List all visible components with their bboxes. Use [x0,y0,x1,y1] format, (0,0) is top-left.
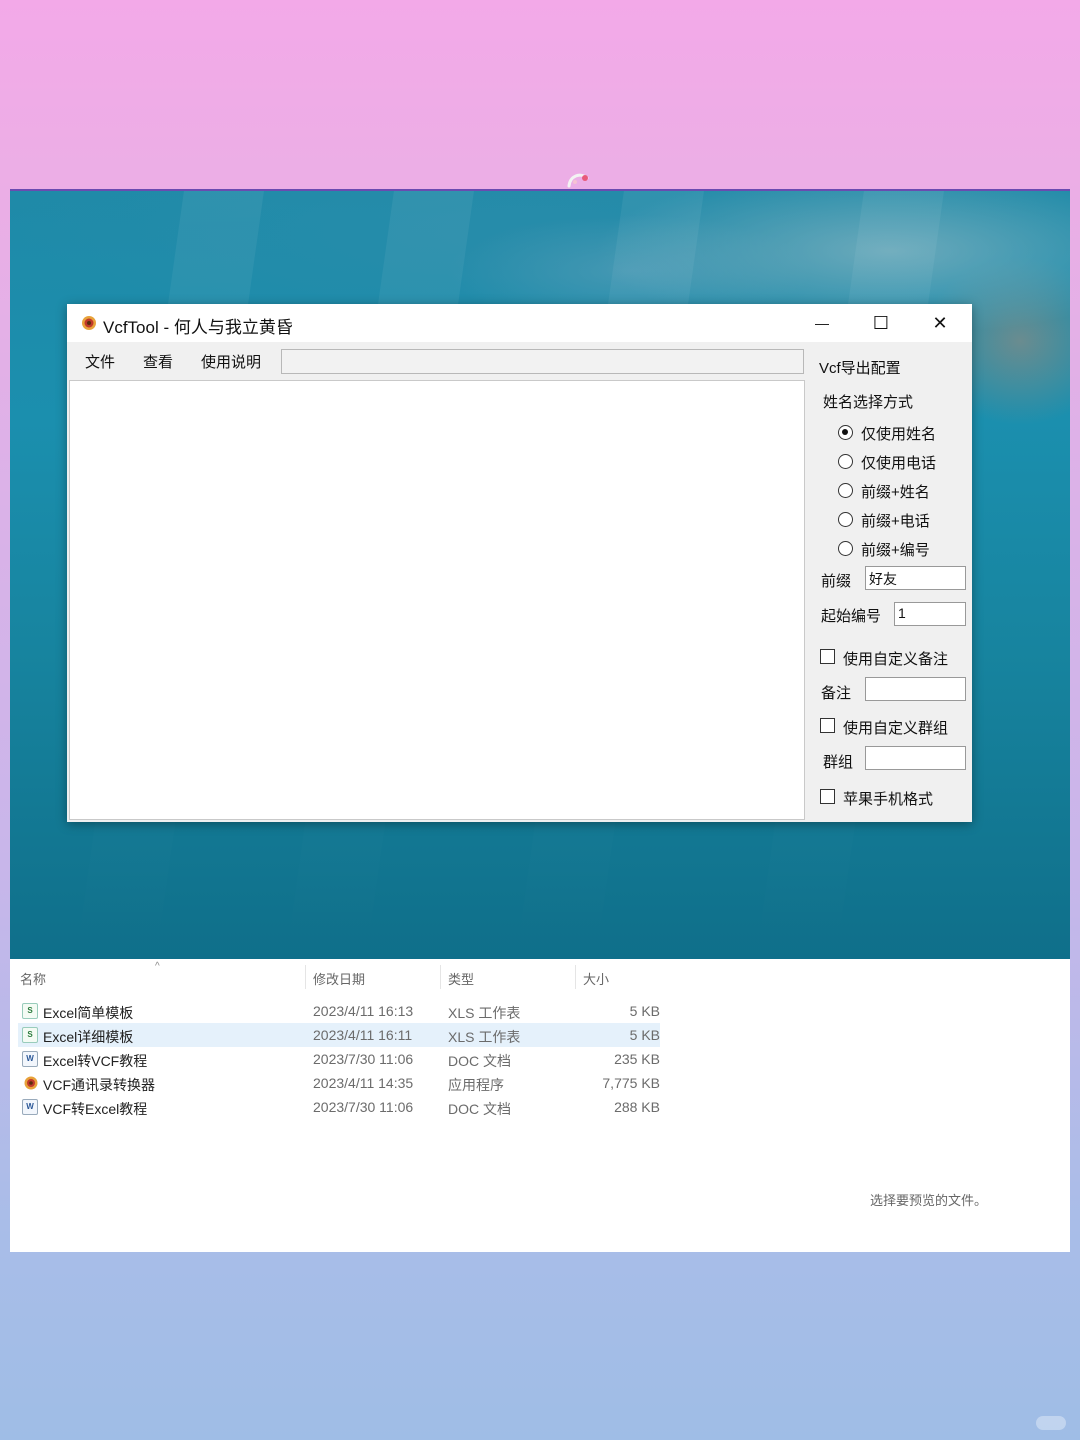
file-row-selected[interactable]: S Excel详细模板 2023/4/11 16:11 XLS 工作表 5 KB [18,1023,660,1047]
vcftool-window: VcfTool - 何人与我立黄昏 — ☐ ✕ 文件 查看 使用说明 Vcf导出… [67,304,972,822]
radio-label: 仅使用电话 [861,455,937,472]
file-row[interactable]: W Excel转VCF教程 2023/7/30 11:06 DOC 文档 235… [18,1047,660,1071]
custom-note-label: 使用自定义备注 [843,651,949,668]
path-input[interactable] [281,349,804,374]
file-size: 5 KB [629,1003,660,1019]
custom-note-checkbox[interactable] [820,649,835,664]
watermark-badge [1036,1416,1066,1430]
file-name: Excel详细模板 [43,1029,134,1045]
column-divider[interactable] [575,965,576,989]
column-header-modified[interactable]: 修改日期 [313,969,365,988]
vcf-export-config-panel: Vcf导出配置 姓名选择方式 仅使用姓名 仅使用电话 前缀+姓名 前缀+电话 前… [815,342,967,820]
file-type: DOC 文档 [448,1101,511,1117]
custom-group-checkbox[interactable] [820,718,835,733]
pin-decoration-icon [567,173,589,188]
xls-icon: S [22,1027,38,1043]
file-modified: 2023/4/11 16:11 [313,1027,413,1043]
note-label: 备注 [821,685,852,702]
prefix-input[interactable]: 好友 [865,566,966,590]
config-title: Vcf导出配置 [819,360,901,377]
doc-icon: W [22,1099,38,1115]
sort-ascending-icon: ^ [155,961,160,972]
file-modified: 2023/7/30 11:06 [313,1051,414,1067]
minimize-button[interactable]: — [793,304,851,342]
column-header-type[interactable]: 类型 [448,969,474,988]
file-modified: 2023/7/30 11:06 [313,1099,414,1115]
menu-help[interactable]: 使用说明 [201,351,261,372]
close-button[interactable]: ✕ [911,304,969,342]
file-type: 应用程序 [448,1077,504,1093]
maximize-icon: ☐ [872,312,890,333]
file-modified: 2023/4/11 16:13 [313,1003,414,1019]
file-size: 235 KB [614,1051,660,1067]
file-size: 7,775 KB [602,1075,660,1091]
group-input[interactable] [865,746,966,770]
doc-icon: W [22,1051,38,1067]
file-type: XLS 工作表 [448,1005,521,1021]
start-number-label: 起始编号 [821,608,882,625]
screenshot-frame: VcfTool - 何人与我立黄昏 — ☐ ✕ 文件 查看 使用说明 Vcf导出… [10,189,1070,1252]
radio-label: 前缀+编号 [861,542,930,559]
column-divider[interactable] [440,965,441,989]
title-bar[interactable]: VcfTool - 何人与我立黄昏 — ☐ ✕ [67,304,972,342]
radio-button[interactable] [838,483,853,498]
radio-button-selected[interactable] [838,425,853,440]
radio-label: 仅使用姓名 [861,426,937,443]
apple-format-label: 苹果手机格式 [843,791,934,808]
preview-hint: 选择要预览的文件。 [870,1193,988,1208]
maximize-button[interactable]: ☐ [852,304,910,342]
menu-bar: 文件 查看 使用说明 [67,342,807,378]
apple-format-checkbox[interactable] [820,789,835,804]
note-input[interactable] [865,677,966,701]
contacts-preview-area[interactable] [69,380,805,820]
desktop-wallpaper: VcfTool - 何人与我立黄昏 — ☐ ✕ 文件 查看 使用说明 Vcf导出… [10,191,1070,959]
radio-label: 前缀+电话 [861,513,930,530]
file-type: XLS 工作表 [448,1029,521,1045]
file-row[interactable]: W VCF转Excel教程 2023/7/30 11:06 DOC 文档 288… [18,1095,660,1119]
file-name: VCF转Excel教程 [43,1101,148,1117]
start-number-input[interactable]: 1 [894,602,966,626]
menu-file[interactable]: 文件 [85,351,115,372]
prefix-label: 前缀 [821,573,852,590]
file-modified: 2023/4/11 14:35 [313,1075,414,1091]
file-row[interactable]: VCF通讯录转换器 2023/4/11 14:35 应用程序 7,775 KB [18,1071,660,1095]
file-name: VCF通讯录转换器 [43,1077,155,1093]
radio-button[interactable] [838,541,853,556]
group-label: 群组 [823,754,854,771]
custom-group-label: 使用自定义群组 [843,720,949,737]
file-size: 288 KB [614,1099,660,1115]
file-explorer-pane: ^ 名称 修改日期 类型 大小 S Excel简单模板 2023/4/11 16… [10,959,1070,1252]
close-icon: ✕ [932,312,948,333]
column-header-size[interactable]: 大小 [583,969,609,988]
file-row[interactable]: S Excel简单模板 2023/4/11 16:13 XLS 工作表 5 KB [18,999,660,1023]
app-icon [24,1076,38,1090]
app-icon [82,316,96,330]
window-title: VcfTool - 何人与我立黄昏 [103,318,293,337]
menu-view[interactable]: 查看 [143,351,173,372]
file-size: 5 KB [629,1027,660,1043]
file-name: Excel转VCF教程 [43,1053,148,1069]
xls-icon: S [22,1003,38,1019]
file-name: Excel简单模板 [43,1005,134,1021]
column-header-name[interactable]: 名称 [20,969,46,988]
radio-button[interactable] [838,512,853,527]
radio-label: 前缀+姓名 [861,484,930,501]
radio-button[interactable] [838,454,853,469]
file-type: DOC 文档 [448,1053,511,1069]
column-divider[interactable] [305,965,306,989]
minimize-icon: — [815,315,829,331]
name-mode-label: 姓名选择方式 [823,394,914,411]
